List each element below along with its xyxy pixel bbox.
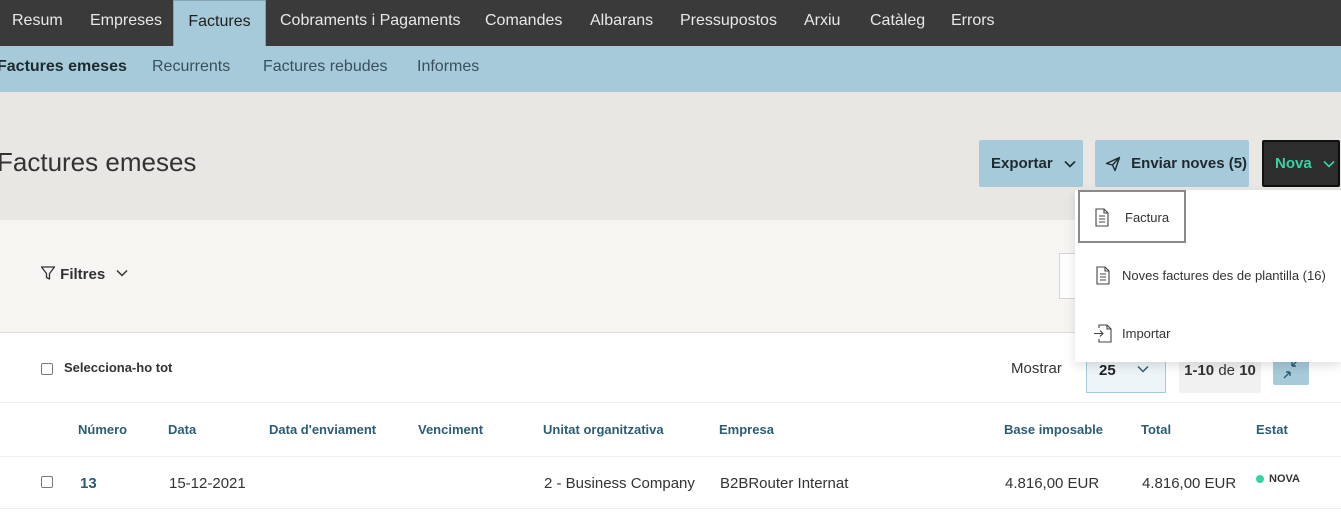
tab-albarans[interactable]: Albarans bbox=[590, 0, 653, 46]
filters-label: Filtres bbox=[60, 266, 106, 283]
tab-cataleg[interactable]: Catàleg bbox=[870, 0, 925, 46]
col-venciment[interactable]: Venciment bbox=[418, 422, 483, 437]
chevron-down-icon bbox=[1322, 155, 1336, 172]
tab-resum[interactable]: Resum bbox=[12, 0, 63, 46]
tab-cobraments-pagaments[interactable]: Cobraments i Pagaments bbox=[280, 0, 461, 46]
tab-pressupostos[interactable]: Pressupostos bbox=[680, 0, 777, 46]
table-header: Número Data Data d'enviament Venciment U… bbox=[0, 403, 1341, 457]
invoice-total: 4.816,00 EUR bbox=[1142, 475, 1237, 492]
col-numero[interactable]: Número bbox=[78, 422, 127, 437]
filter-icon bbox=[40, 266, 60, 283]
tab-factures[interactable]: Factures bbox=[173, 0, 266, 46]
menu-item-import[interactable]: Importar bbox=[1075, 308, 1341, 360]
menu-item-label: Factura bbox=[1125, 210, 1170, 225]
invoice-date: 15-12-2021 bbox=[169, 475, 246, 492]
tab-errors[interactable]: Errors bbox=[951, 0, 995, 46]
status-label: NOVA bbox=[1269, 473, 1300, 485]
send-new-button[interactable]: Enviar noves (5) bbox=[1095, 140, 1249, 187]
select-all-checkbox[interactable] bbox=[41, 363, 53, 375]
export-button[interactable]: Exportar bbox=[979, 140, 1083, 187]
col-total[interactable]: Total bbox=[1141, 422, 1171, 437]
row-checkbox[interactable] bbox=[41, 476, 53, 488]
subtab-factures-emeses[interactable]: Factures emeses bbox=[0, 46, 127, 92]
document-icon bbox=[1094, 208, 1110, 230]
collapse-icon bbox=[1273, 359, 1309, 389]
subtab-recurrents[interactable]: Recurrents bbox=[152, 46, 230, 92]
per-page-value: 25 bbox=[1099, 362, 1116, 379]
subtab-informes[interactable]: Informes bbox=[417, 46, 479, 92]
send-new-label: Enviar noves (5) bbox=[1131, 155, 1248, 172]
col-empresa[interactable]: Empresa bbox=[719, 422, 774, 437]
col-data[interactable]: Data bbox=[168, 422, 196, 437]
select-all-label: Selecciona-ho tot bbox=[64, 360, 173, 375]
show-label: Mostrar bbox=[1011, 360, 1062, 377]
menu-item-label: Importar bbox=[1122, 326, 1171, 341]
tab-empreses[interactable]: Empreses bbox=[90, 0, 162, 46]
chevron-down-icon bbox=[1063, 155, 1077, 172]
chevron-down-icon bbox=[115, 266, 129, 283]
sub-nav: Factures emeses Recurrents Factures rebu… bbox=[0, 46, 1341, 92]
pagination-total: 10 bbox=[1239, 362, 1256, 379]
status-badge: NOVA bbox=[1256, 473, 1300, 485]
menu-item-factura[interactable]: Factura bbox=[1078, 190, 1186, 243]
tab-comandes[interactable]: Comandes bbox=[485, 0, 562, 46]
new-dropdown-menu: Factura Noves factures des de plantilla … bbox=[1075, 190, 1341, 362]
col-unitat-organitzativa[interactable]: Unitat organitzativa bbox=[543, 422, 664, 437]
paper-plane-icon bbox=[1105, 155, 1125, 172]
invoice-company: B2BRouter Internat bbox=[720, 475, 849, 492]
subtab-factures-rebudes[interactable]: Factures rebudes bbox=[263, 46, 388, 92]
export-label: Exportar bbox=[991, 155, 1053, 172]
invoice-number-link[interactable]: 13 bbox=[80, 475, 97, 492]
document-icon bbox=[1095, 266, 1111, 288]
invoice-org-unit: 2 - Business Company bbox=[544, 475, 695, 492]
import-icon bbox=[1093, 324, 1113, 346]
tab-arxiu[interactable]: Arxiu bbox=[804, 0, 840, 46]
new-label: Nova bbox=[1275, 155, 1312, 172]
menu-item-from-template[interactable]: Noves factures des de plantilla (16) bbox=[1075, 250, 1341, 302]
table-row[interactable]: 13 15-12-2021 2 - Business Company B2BRo… bbox=[0, 457, 1341, 509]
status-dot-icon bbox=[1256, 475, 1264, 484]
page-title: Factures emeses bbox=[0, 147, 197, 177]
top-nav: Resum Empreses Factures Cobraments i Pag… bbox=[0, 0, 1341, 46]
col-estat[interactable]: Estat bbox=[1256, 422, 1288, 437]
invoice-taxable-base: 4.816,00 EUR bbox=[1005, 475, 1100, 492]
col-data-enviament[interactable]: Data d'enviament bbox=[269, 422, 376, 437]
col-base-imposable[interactable]: Base imposable bbox=[1004, 422, 1103, 437]
menu-item-label: Noves factures des de plantilla (16) bbox=[1122, 268, 1326, 283]
filters-toggle[interactable]: Filtres bbox=[40, 265, 129, 283]
pagination-of: de bbox=[1218, 362, 1236, 379]
new-button[interactable]: Nova bbox=[1262, 140, 1340, 187]
pagination-range: 1-10 bbox=[1184, 362, 1215, 379]
